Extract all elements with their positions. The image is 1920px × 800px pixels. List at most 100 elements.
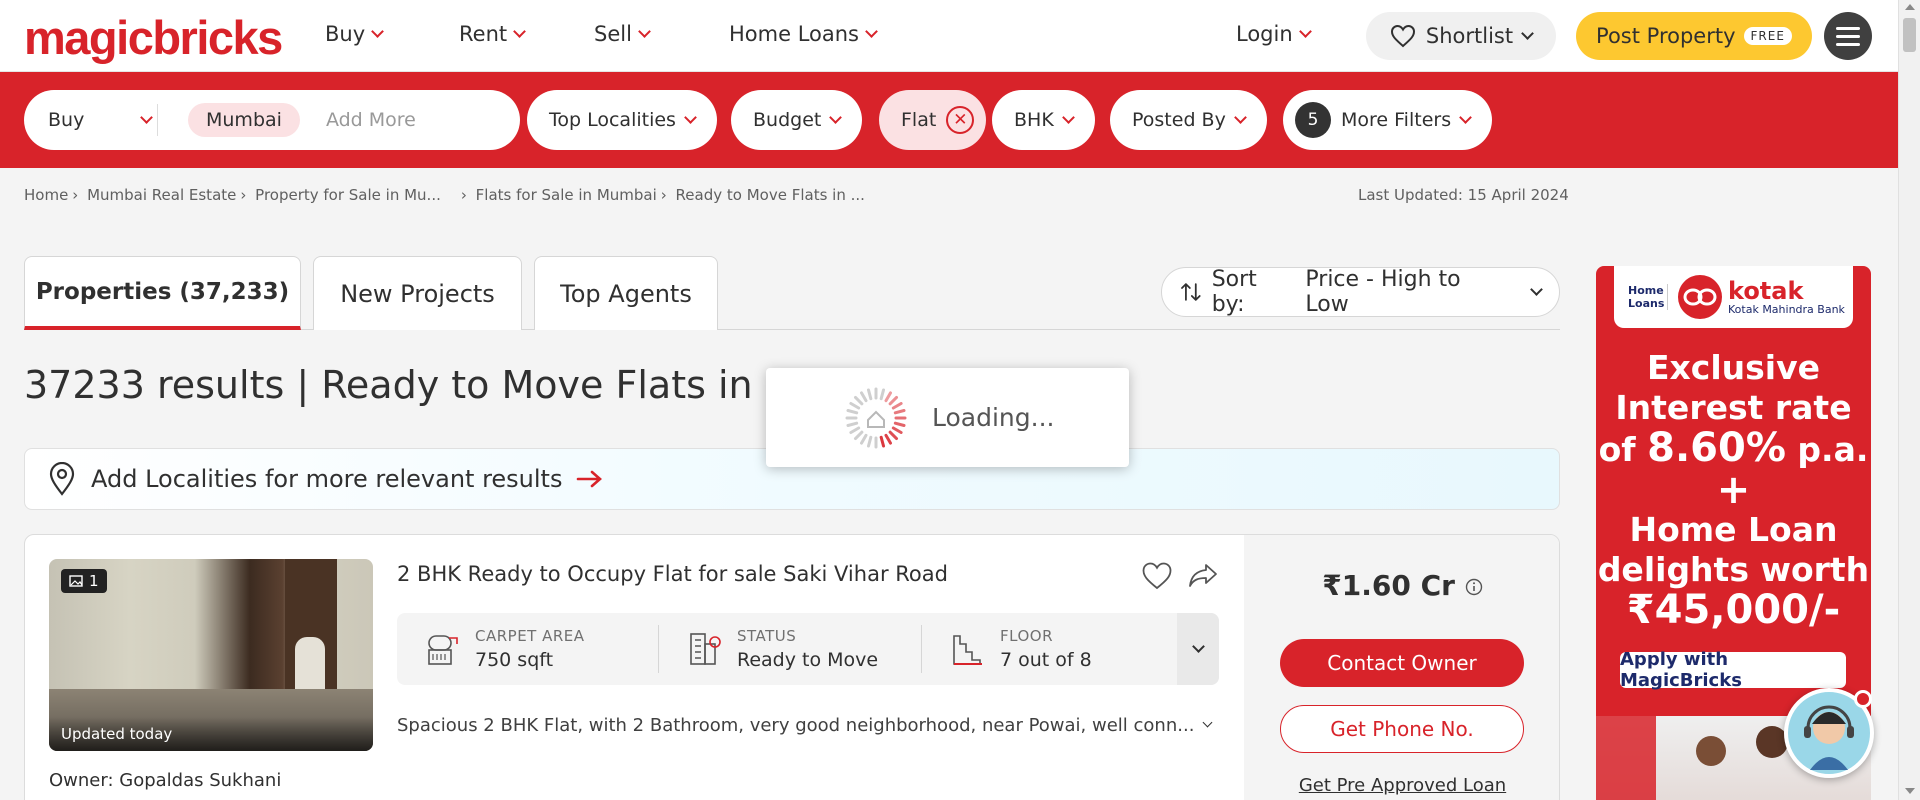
breadcrumb-flats-for-sale[interactable]: Flats for Sale in Mumbai (476, 186, 657, 204)
pre-approved-loan-link[interactable]: Get Pre Approved Loan (1244, 775, 1559, 796)
property-specs: CARPET AREA 750 sqft STATUS Ready to Move … (397, 613, 1219, 685)
info-icon[interactable] (1465, 578, 1483, 596)
ad-line1: Exclusive (1646, 348, 1821, 387)
shortlist-label: Shortlist (1425, 24, 1514, 48)
apply-magicbricks-button[interactable]: Apply with MagicBricks (1620, 649, 1846, 691)
carpet-area-icon (428, 635, 458, 665)
home-loans-label: Home Loans (1628, 284, 1668, 310)
spec-label: FLOOR (1000, 627, 1053, 645)
property-card[interactable]: 1 Updated today Owner: Gopaldas Sukhani … (24, 534, 1560, 800)
breadcrumb: Home › Mumbai Real Estate › Property for S… (24, 186, 865, 204)
nav-buy[interactable]: Buy (325, 22, 385, 46)
loading-spinner-icon (845, 387, 907, 448)
share-icon[interactable] (1187, 561, 1219, 591)
tab-top-agents[interactable]: Top Agents (534, 256, 718, 330)
heart-icon (1390, 24, 1415, 48)
sort-arrows-icon (1181, 283, 1201, 301)
arrow-right-icon (577, 470, 603, 488)
expand-specs-button[interactable] (1177, 613, 1219, 685)
login-menu[interactable]: Login (1236, 22, 1312, 46)
magicbricks-logo[interactable]: magicbricks (24, 10, 283, 65)
nav-home-loans-label: Home Loans (729, 22, 859, 46)
posted-by-label: Posted By (1132, 109, 1226, 131)
nav-home-loans[interactable]: Home Loans (729, 22, 878, 46)
nav-sell[interactable]: Sell (594, 22, 651, 46)
price: ₹1.60 Cr (1244, 569, 1559, 602)
post-property-label: Post Property (1596, 24, 1736, 48)
breadcrumb-property-for-sale[interactable]: Property for Sale in Mu... (255, 186, 441, 204)
hamburger-menu-icon[interactable] (1824, 12, 1872, 60)
sort-prefix: Sort by: (1211, 267, 1257, 317)
top-localities-filter[interactable]: Top Localities (527, 90, 717, 150)
property-title[interactable]: 2 BHK Ready to Occupy Flat for sale Saki… (397, 562, 948, 586)
top-navbar: magicbricks Buy Rent Sell Home Loans Log… (0, 0, 1898, 72)
scrollbar-thumb[interactable] (1903, 18, 1916, 52)
post-property-button[interactable]: Post Property FREE (1576, 12, 1812, 60)
tab-new-projects[interactable]: New Projects (313, 256, 522, 330)
bank-full-name: Kotak Mahindra Bank (1728, 302, 1845, 316)
floor-stairs-icon (953, 635, 982, 665)
spec-floor: FLOOR 7 out of 8 (950, 627, 1092, 671)
last-updated: Last Updated: 15 April 2024 (1358, 186, 1569, 204)
chevron-down-icon (638, 24, 651, 38)
ad-plus: + (1716, 467, 1751, 513)
more-filters-label: More Filters (1341, 109, 1452, 131)
mode-dropdown[interactable]: Buy (24, 104, 158, 136)
spec-carpet-area: CARPET AREA 750 sqft (425, 627, 585, 671)
scroll-up-arrow-icon[interactable] (1905, 4, 1915, 10)
kotak-logo-icon (1678, 275, 1722, 319)
contact-owner-button[interactable]: Contact Owner (1280, 639, 1524, 687)
sort-dropdown[interactable]: Sort by: Price - High to Low (1161, 267, 1560, 317)
chevron-down-icon (1191, 639, 1205, 653)
price-panel: ₹1.60 Cr Contact Owner Get Phone No. Get… (1244, 535, 1559, 800)
mode-label: Buy (48, 109, 85, 131)
spec-status: STATUS Ready to Move (687, 627, 878, 671)
sort-value: Price - High to Low (1305, 267, 1461, 317)
posted-by-filter[interactable]: Posted By (1110, 90, 1267, 150)
close-icon[interactable]: ✕ (946, 106, 975, 134)
search-box[interactable]: Buy Mumbai Add More (24, 90, 520, 150)
owner-name: Owner: Gopaldas Sukhani (49, 770, 282, 791)
spec-label: STATUS (737, 627, 797, 645)
more-filters-button[interactable]: 5 More Filters (1283, 90, 1493, 150)
add-localities-text: Add Localities for more relevant results (91, 465, 563, 493)
chevron-down-icon (1061, 110, 1075, 124)
loading-popup: Loading... (766, 368, 1129, 467)
filter-count-badge: 5 (1295, 102, 1331, 138)
nav-rent[interactable]: Rent (459, 22, 526, 46)
city-chip[interactable]: Mumbai (188, 103, 300, 137)
chevron-down-icon (1521, 26, 1534, 40)
nav-buy-label: Buy (325, 22, 366, 46)
notification-dot (1854, 690, 1872, 708)
flat-label: Flat (901, 109, 937, 131)
loading-text: Loading... (932, 403, 1055, 432)
free-badge: FREE (1743, 27, 1792, 45)
add-more-input[interactable]: Add More (326, 109, 416, 131)
breadcrumb-home[interactable]: Home (24, 186, 68, 204)
heart-icon[interactable] (1141, 561, 1173, 591)
scrollbar[interactable] (1898, 0, 1920, 800)
property-photo[interactable]: 1 Updated today (49, 559, 373, 751)
chevron-down-icon (1530, 282, 1543, 296)
budget-filter[interactable]: Budget (731, 90, 863, 150)
chevron-down-icon (865, 24, 878, 38)
flat-filter-chip[interactable]: Flat ✕ (879, 90, 987, 150)
get-phone-button[interactable]: Get Phone No. (1280, 705, 1524, 753)
property-description[interactable]: Spacious 2 BHK Flat, with 2 Bathroom, ve… (397, 715, 1213, 736)
shortlist-button[interactable]: Shortlist (1366, 12, 1556, 60)
login-label: Login (1236, 22, 1293, 46)
building-status-icon (690, 633, 721, 665)
tab-properties[interactable]: Properties (37,233) (24, 256, 301, 330)
chevron-down-icon (829, 110, 843, 124)
ad-line3-pre: of (1598, 430, 1648, 469)
ad-line2: Interest rate (1615, 388, 1852, 427)
breadcrumb-ready-to-move: Ready to Move Flats in ... (675, 186, 865, 204)
ad-line5: delights worth (1597, 550, 1870, 589)
chevron-down-icon (140, 110, 154, 124)
description-text: Spacious 2 BHK Flat, with 2 Bathroom, ve… (397, 715, 1195, 736)
scroll-down-arrow-icon[interactable] (1905, 788, 1915, 794)
breadcrumb-mumbai-real-estate[interactable]: Mumbai Real Estate (87, 186, 236, 204)
chevron-down-icon (1459, 110, 1472, 124)
nav-sell-label: Sell (594, 22, 632, 46)
bhk-filter[interactable]: BHK (992, 90, 1095, 150)
